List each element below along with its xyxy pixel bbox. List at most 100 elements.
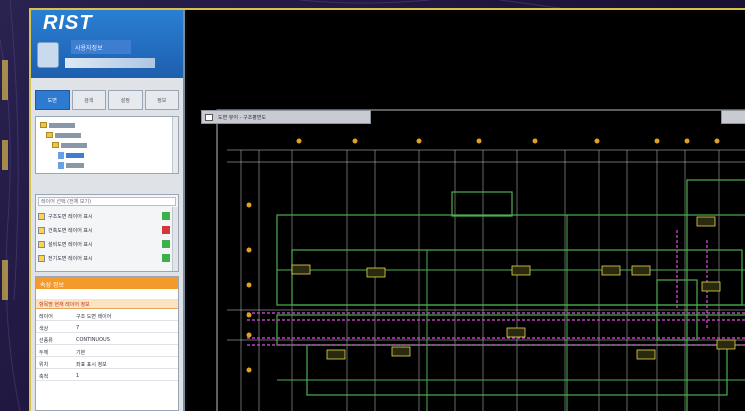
axis-marker — [476, 138, 482, 144]
layer-checkbox[interactable] — [38, 254, 45, 262]
axis-marker — [246, 312, 252, 318]
layer-color-swatch[interactable] — [162, 254, 170, 262]
properties-header: 항목명 현재 레이어 정보 — [36, 299, 178, 309]
cad-beams — [247, 230, 745, 346]
app-logo: RIST — [43, 12, 93, 34]
room-tag — [326, 349, 346, 360]
drawing-icon — [205, 114, 213, 121]
property-key: 위치 — [39, 362, 49, 368]
document-icon — [58, 151, 64, 159]
room-tag — [506, 327, 526, 338]
application-window: RIST 사용자정보 도면 검색 설정 정보 레이어 선택 (전체 보기) 구조… — [29, 8, 745, 411]
layer-checkbox[interactable] — [38, 212, 45, 220]
tree-item-drawing-selected[interactable] — [58, 151, 84, 159]
layer-color-swatch[interactable] — [162, 212, 170, 220]
axis-marker — [594, 138, 600, 144]
property-row: 선종류 CONTINUOUS — [36, 334, 178, 345]
tree-item-label — [66, 162, 84, 168]
property-row: 색상 7 — [36, 322, 178, 333]
layer-color-swatch[interactable] — [162, 240, 170, 248]
tree-item-subfolder[interactable] — [52, 141, 87, 149]
layer-row[interactable]: 전기도면 레이어 표시 — [38, 253, 170, 263]
axis-marker — [246, 332, 252, 338]
tree-item-label — [61, 142, 87, 148]
sidebar-header: RIST 사용자정보 — [31, 10, 183, 78]
tab-info[interactable]: 정보 — [144, 90, 179, 110]
layer-name: 건축도면 레이어 표시 — [48, 227, 93, 234]
folder-icon — [46, 132, 53, 138]
axis-marker — [296, 138, 302, 144]
tree-item-root[interactable] — [40, 121, 75, 129]
layer-checkbox[interactable] — [38, 226, 45, 234]
property-key: 색상 — [39, 326, 49, 332]
drawing-tree — [35, 116, 179, 174]
property-key: 축척 — [39, 374, 49, 380]
property-value: 구조 도면 레이어 — [76, 314, 112, 320]
property-row: 두께 기본 — [36, 346, 178, 357]
room-tag — [391, 346, 411, 357]
property-value: 좌표 표시 정보 — [76, 362, 107, 368]
tab-drawing[interactable]: 도면 — [35, 90, 70, 110]
layer-row[interactable]: 건축도면 레이어 표시 — [38, 225, 170, 235]
property-key: 레이어 — [39, 314, 53, 320]
axis-marker — [246, 247, 252, 253]
axis-marker — [246, 367, 252, 373]
drawing-canvas[interactable]: 도면 뷰어 - 구조평면도 — [187, 10, 745, 411]
property-key: 두께 — [39, 350, 49, 356]
maximize-button[interactable] — [721, 110, 745, 124]
tree-item-label — [55, 132, 81, 138]
room-tag — [636, 349, 656, 360]
axis-marker — [352, 138, 358, 144]
property-row: 위치 좌표 표시 정보 — [36, 358, 178, 369]
property-value: CONTINUOUS — [76, 337, 110, 343]
room-tag — [696, 216, 716, 227]
property-row: 축척 1 — [36, 370, 178, 381]
property-value: 1 — [76, 373, 80, 379]
layer-name: 전기도면 레이어 표시 — [48, 255, 93, 262]
tree-item-label — [66, 152, 84, 158]
axis-marker — [532, 138, 538, 144]
axis-marker — [416, 138, 422, 144]
layer-row[interactable]: 설비도면 레이어 표시 — [38, 239, 170, 249]
property-value: 기본 — [76, 350, 86, 356]
layer-row[interactable]: 구조도면 레이어 표시 — [38, 211, 170, 221]
user-info-bar — [65, 58, 155, 68]
properties-title: 속성 정보 — [36, 277, 178, 289]
tree-item-label — [49, 122, 75, 128]
property-key: 선종류 — [39, 338, 53, 344]
tab-settings[interactable]: 설정 — [108, 90, 143, 110]
axis-marker — [246, 282, 252, 288]
room-tag — [601, 265, 621, 276]
layer-color-swatch[interactable] — [162, 226, 170, 234]
layer-checkbox[interactable] — [38, 240, 45, 248]
properties-panel: 속성 정보 항목명 현재 레이어 정보 레이어 구조 도면 레이어 색상 7 선… — [35, 276, 179, 411]
axis-marker — [714, 138, 720, 144]
layer-name: 구조도면 레이어 표시 — [48, 213, 93, 220]
room-tag — [366, 267, 386, 278]
drawing-border — [216, 109, 745, 411]
document-icon — [58, 161, 64, 169]
tree-item-folder[interactable] — [46, 131, 81, 139]
room-tag — [701, 281, 721, 292]
axis-marker — [684, 138, 690, 144]
room-tag — [631, 265, 651, 276]
room-tag — [291, 264, 311, 275]
property-row: 레이어 구조 도면 레이어 — [36, 310, 178, 321]
sidebar-tabs: 도면 검색 설정 정보 — [35, 90, 179, 110]
user-info-badge[interactable]: 사용자정보 — [71, 40, 131, 54]
wall-outline — [451, 191, 513, 217]
property-value: 7 — [76, 325, 80, 331]
layer-scrollbar[interactable] — [172, 207, 178, 271]
tree-item-drawing[interactable] — [58, 161, 84, 169]
cad-drawing[interactable] — [187, 10, 745, 411]
drawing-tab-label: 도면 뷰어 - 구조평면도 — [218, 115, 266, 121]
tab-search[interactable]: 검색 — [71, 90, 106, 110]
tree-scrollbar[interactable] — [172, 117, 178, 173]
axis-marker — [654, 138, 660, 144]
layer-filter-select[interactable]: 레이어 선택 (전체 보기) — [38, 197, 176, 206]
properties-header-text: 항목명 현재 레이어 정보 — [39, 302, 90, 308]
desktop-background: RIST 사용자정보 도면 검색 설정 정보 레이어 선택 (전체 보기) 구조… — [0, 0, 745, 411]
sidebar: RIST 사용자정보 도면 검색 설정 정보 레이어 선택 (전체 보기) 구조… — [31, 10, 185, 411]
axis-marker — [246, 202, 252, 208]
drawing-tab[interactable]: 도면 뷰어 - 구조평면도 — [201, 110, 371, 124]
